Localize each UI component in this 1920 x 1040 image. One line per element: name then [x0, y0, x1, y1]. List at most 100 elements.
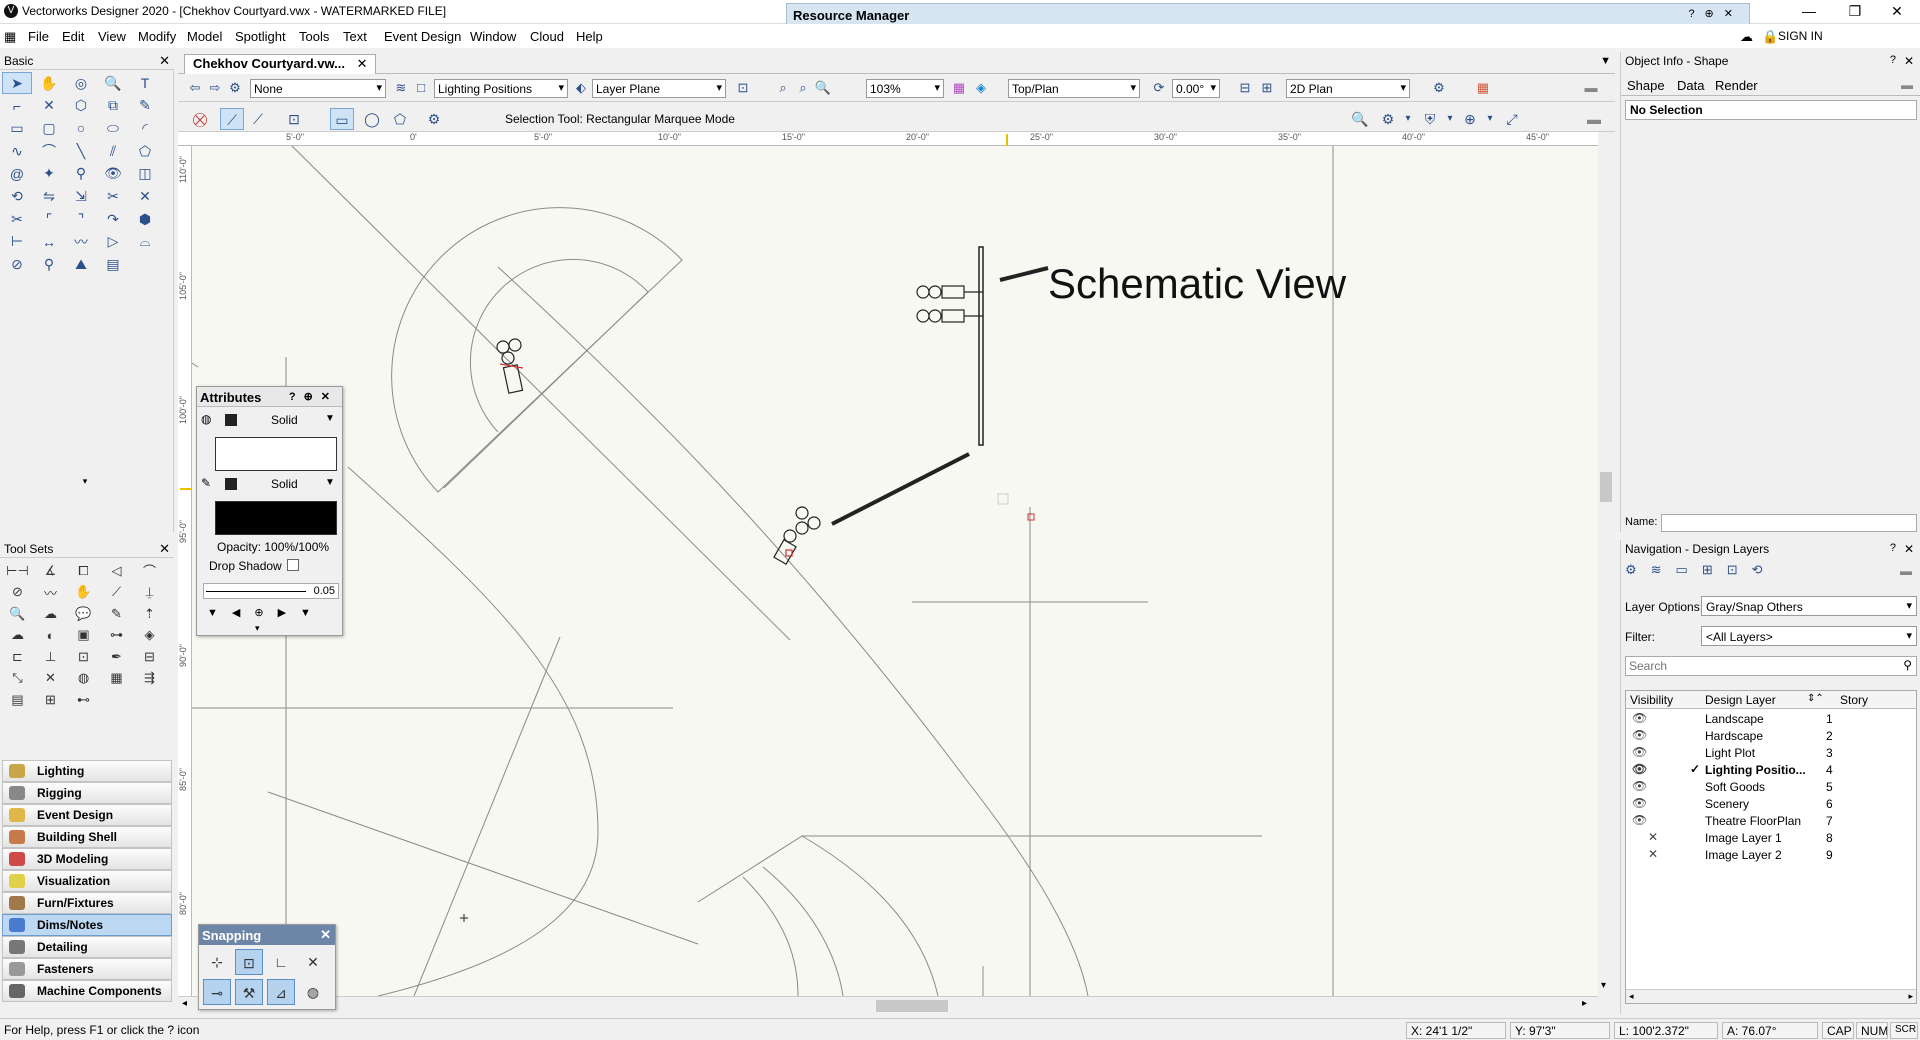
reshape-tool-icon[interactable]: ✦: [34, 163, 64, 185]
drawing-label-icon[interactable]: ▣: [68, 625, 99, 646]
callout-tool-icon[interactable]: ⌐: [2, 95, 32, 117]
chamfer-tool-icon[interactable]: ⌝: [66, 208, 96, 230]
category-detailing[interactable]: Detailing: [2, 936, 172, 958]
zoom-dropdown[interactable]: 103%: [866, 79, 944, 98]
cloud-icon[interactable]: ☁: [35, 603, 66, 624]
menu-window[interactable]: Window: [470, 29, 516, 44]
snap-to-object-icon[interactable]: ⊡: [235, 949, 263, 975]
chevron-down-icon[interactable]: ▾: [1396, 108, 1420, 130]
rectangular-marquee-icon[interactable]: ▭: [330, 108, 354, 130]
split-tool-icon[interactable]: ✂: [98, 185, 128, 207]
category-event-design[interactable]: Event Design: [2, 804, 172, 826]
3d-locus-tool-icon[interactable]: ⬡: [66, 95, 96, 117]
filter-dropdown[interactable]: <All Layers>: [1701, 626, 1917, 646]
category-lighting[interactable]: Lighting: [2, 760, 172, 782]
legend-icon[interactable]: ⊞: [35, 690, 66, 711]
category-machine-components[interactable]: Machine Components: [2, 980, 172, 1002]
menu-model[interactable]: Model: [187, 29, 222, 44]
arc-length-icon[interactable]: ◁: [101, 560, 132, 581]
compass-tool-icon[interactable]: ⊘: [2, 254, 32, 276]
plane-icon[interactable]: ⬖: [572, 80, 590, 98]
visible-eye-icon[interactable]: 👁: [1632, 728, 1647, 742]
plane-dropdown[interactable]: Layer Plane: [592, 79, 726, 98]
search-tool-icon[interactable]: ⚲: [34, 254, 64, 276]
flyover-tool-icon[interactable]: ◎: [66, 72, 96, 94]
category-fasteners[interactable]: Fasteners: [2, 958, 172, 980]
mirror-tool-icon[interactable]: ⇋: [34, 185, 64, 207]
pan-tool-icon[interactable]: ✋: [34, 72, 64, 94]
layer-row[interactable]: 👁 Light Plot 3: [1626, 744, 1916, 761]
horizontal-scrollbar[interactable]: ◂ ▸: [178, 996, 1598, 1014]
snap-to-tangent-icon[interactable]: ⊿: [267, 979, 295, 1005]
category-rigging[interactable]: Rigging: [2, 782, 172, 804]
double-line-tool-icon[interactable]: ⫽: [98, 140, 128, 162]
layer-options-dropdown[interactable]: Gray/Snap Others: [1701, 596, 1917, 616]
north-arrow-icon[interactable]: ⇡: [134, 603, 165, 624]
target-icon[interactable]: ◍: [68, 668, 99, 689]
spiral-tool-icon[interactable]: @: [2, 163, 32, 185]
detail-callout-icon[interactable]: ◈: [134, 625, 165, 646]
options-icon[interactable]: ▬: [1900, 564, 1912, 578]
page-grid-icon[interactable]: ▦: [950, 80, 968, 98]
navigation-type-icons[interactable]: ⚙≋▭⊞⊡⟲: [1625, 562, 1917, 582]
layer-visibility-icon[interactable]: □: [412, 80, 430, 98]
standard-view-icon[interactable]: ◈: [972, 80, 990, 98]
mode-bar-options-icon[interactable]: ▬: [1582, 108, 1606, 130]
rotation-field[interactable]: 0.00°: [1172, 79, 1220, 98]
tab-render[interactable]: Render: [1715, 78, 1758, 93]
layer-icon[interactable]: ≋: [392, 80, 410, 98]
move-tool-icon[interactable]: ⇲: [66, 185, 96, 207]
fillet-tool-icon[interactable]: ⌜: [34, 208, 64, 230]
menu-spotlight[interactable]: Spotlight: [235, 29, 286, 44]
scroll-left-icon[interactable]: ◂: [1629, 991, 1634, 1002]
eraser-tool-icon[interactable]: ⬢: [130, 208, 160, 230]
rounded-rect-tool-icon[interactable]: ▢: [34, 117, 64, 139]
revision-cloud-icon[interactable]: ☁: [2, 625, 33, 646]
class-icon[interactable]: ⚙: [226, 80, 244, 98]
column-design-layer[interactable]: Design Layer: [1705, 693, 1776, 707]
layer-dropdown[interactable]: Lighting Positions: [434, 79, 568, 98]
oval-tool-icon[interactable]: ⬭: [98, 117, 128, 139]
offset-tool-icon[interactable]: ⚲: [66, 163, 96, 185]
attribute-mapping-tool-icon[interactable]: ⧉: [98, 95, 128, 117]
selection-tool-icon[interactable]: ➤: [2, 72, 32, 94]
fill-color-swatch[interactable]: [215, 437, 337, 471]
drawing-canvas[interactable]: Schematic View: [178, 132, 1598, 996]
expand-icon[interactable]: ⤢: [1500, 108, 1524, 130]
angular-dim-icon[interactable]: ∡: [35, 560, 66, 581]
search-input[interactable]: [1626, 657, 1886, 674]
menu-cloud[interactable]: Cloud: [530, 29, 564, 44]
scroll-left-icon[interactable]: ◂: [182, 998, 187, 1009]
chain-dim-icon[interactable]: ⧠: [68, 560, 99, 581]
locus-tool-icon[interactable]: ✕: [34, 95, 64, 117]
polygon-tool-icon[interactable]: ⬠: [130, 140, 160, 162]
trim-tool-icon[interactable]: ✕: [130, 185, 160, 207]
close-icon[interactable]: ✕: [159, 541, 170, 557]
chevron-down-icon[interactable]: ▼: [325, 477, 335, 488]
vertical-scroll-thumb[interactable]: [1600, 472, 1612, 502]
projection-icon[interactable]: ⊟: [1236, 80, 1254, 98]
color-palette-icon[interactable]: ▦: [1474, 80, 1492, 98]
layer-row[interactable]: ✕ Image Layer 2 9: [1626, 846, 1916, 863]
close-icon[interactable]: ✕: [1904, 54, 1914, 68]
snap-to-angle-icon[interactable]: ∟: [267, 949, 295, 975]
elevation-icon[interactable]: ⍊: [134, 582, 165, 603]
leader-icon[interactable]: ⤡: [2, 668, 33, 689]
opacity-label[interactable]: Opacity: 100%/100%: [217, 540, 329, 554]
protractor-tool-icon[interactable]: ⌓: [130, 231, 160, 253]
close-icon[interactable]: ✕: [159, 53, 170, 69]
visible-eye-icon[interactable]: 👁: [1632, 711, 1647, 725]
rectangle-tool-icon[interactable]: ▭: [2, 117, 32, 139]
stair-icon[interactable]: ⊥: [35, 646, 66, 667]
class-dropdown[interactable]: None: [250, 79, 386, 98]
pen-color-swatch[interactable]: [215, 501, 337, 535]
category-visualization[interactable]: Visualization: [2, 870, 172, 892]
layer-row-active[interactable]: 👁 ✓ Lighting Positio... 4: [1626, 761, 1916, 778]
chevron-down-icon[interactable]: ▼: [325, 413, 335, 424]
minimize-button[interactable]: —: [1786, 0, 1832, 24]
search-box[interactable]: ⚲: [1625, 656, 1917, 676]
sort-arrows-icon[interactable]: ⇕⌃: [1807, 693, 1824, 704]
multiple-reshape-mode-icon[interactable]: ⟋: [246, 108, 270, 130]
snap-to-distance-icon[interactable]: ⚒: [235, 979, 263, 1005]
vertical-scrollbar[interactable]: ▾: [1598, 132, 1614, 996]
